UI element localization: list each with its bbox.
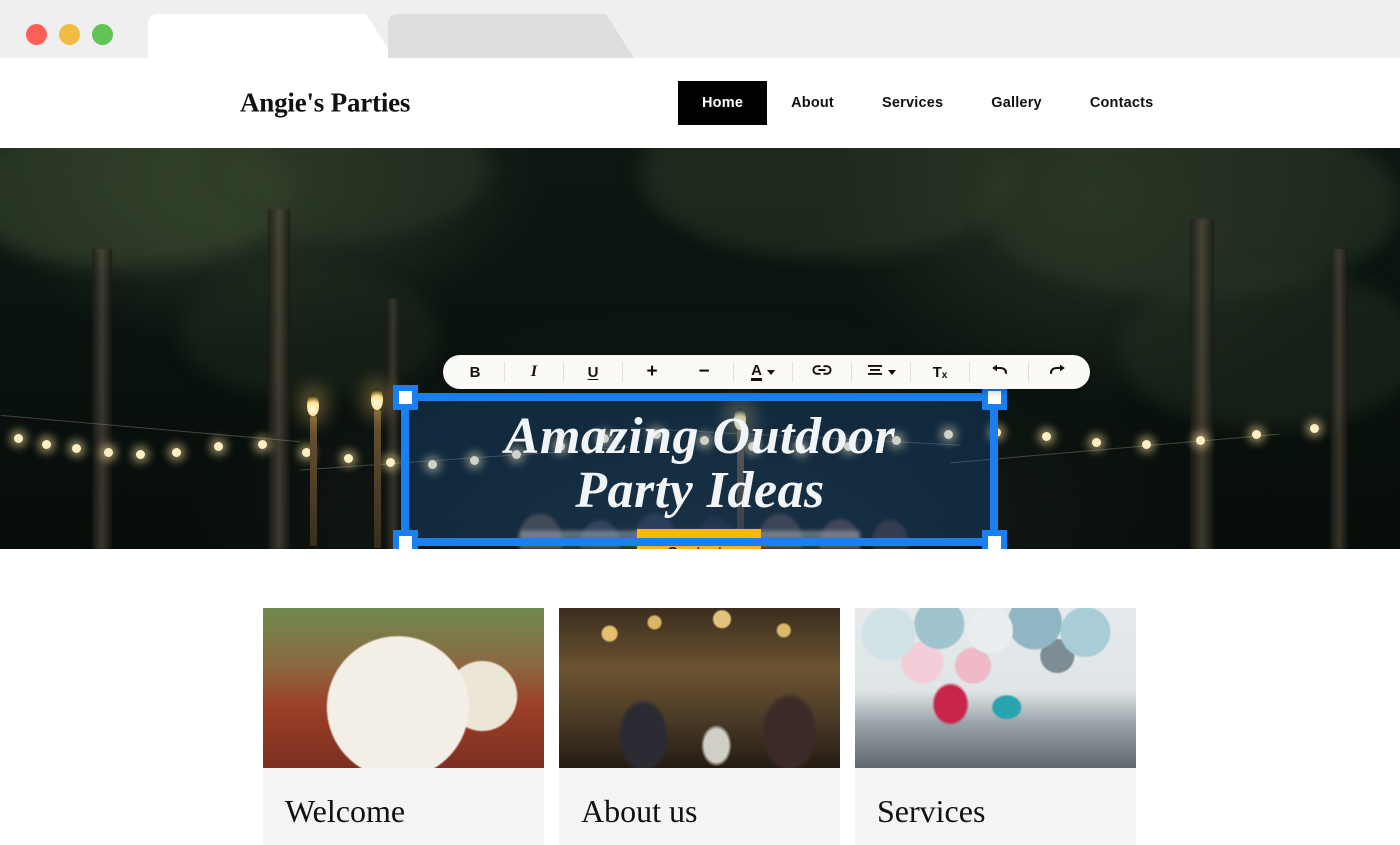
card-welcome[interactable]: Welcome: [263, 608, 544, 845]
site-logo[interactable]: Angie's Parties: [240, 88, 410, 119]
card-about-us[interactable]: About us: [559, 608, 840, 845]
nav-item-home[interactable]: Home: [678, 81, 768, 125]
card-body: About us: [559, 768, 840, 845]
nav-item-gallery[interactable]: Gallery: [967, 81, 1066, 125]
undo-icon: [990, 363, 1008, 381]
toolbar-separator: [910, 362, 911, 382]
insert-link-button[interactable]: [796, 355, 848, 389]
resize-handle-bottom-right[interactable]: [982, 530, 1007, 549]
dessert-table-photo: [855, 608, 1136, 768]
resize-handle-bottom-left[interactable]: [393, 530, 418, 549]
decrease-font-size-button[interactable]: −: [678, 355, 730, 389]
nav-item-contacts[interactable]: Contacts: [1066, 81, 1178, 125]
card-title: Welcome: [285, 793, 406, 829]
browser-tab-inactive[interactable]: [388, 14, 634, 58]
food-plate-photo: [263, 608, 544, 768]
text-align-button[interactable]: [855, 355, 907, 389]
underline-icon: U: [587, 363, 599, 381]
main-navigation: Home About Services Gallery Contacts: [678, 81, 1177, 125]
browser-window: Angie's Parties Home About Services Gall…: [0, 0, 1400, 845]
card-services[interactable]: Services: [855, 608, 1136, 845]
card-body: Services: [855, 768, 1136, 845]
italic-button[interactable]: I: [508, 355, 560, 389]
resize-handle-top-left[interactable]: [393, 385, 418, 410]
align-icon: [867, 364, 883, 381]
text-color-button[interactable]: A: [737, 355, 789, 389]
toolbar-separator: [504, 362, 505, 382]
toolbar-separator: [969, 362, 970, 382]
browser-tab-active[interactable]: [148, 14, 394, 58]
minimize-window-button[interactable]: [59, 24, 80, 45]
bold-button[interactable]: B: [449, 355, 501, 389]
hero-section[interactable]: Amazing Outdoor Party Ideas Contacts B I…: [0, 148, 1400, 549]
toolbar-separator: [733, 362, 734, 382]
close-window-button[interactable]: [26, 24, 47, 45]
increase-font-size-button[interactable]: +: [626, 355, 678, 389]
toolbar-separator: [851, 362, 852, 382]
window-controls: [26, 24, 113, 45]
card-title: Services: [877, 793, 986, 829]
nav-item-services[interactable]: Services: [858, 81, 967, 125]
cards-section: Welcome About us Services: [0, 549, 1400, 845]
text-editing-toolbar: B I U + − A Tx: [443, 355, 1090, 389]
toolbar-separator: [563, 362, 564, 382]
selection-border-left: [401, 397, 409, 542]
toolbar-separator: [622, 362, 623, 382]
people-toasting-photo: [559, 608, 840, 768]
link-icon: [812, 363, 832, 381]
nav-item-about[interactable]: About: [767, 81, 858, 125]
selection-border-right: [990, 397, 998, 542]
chevron-down-icon: [887, 369, 896, 375]
selection-border-top: [405, 393, 994, 401]
undo-button[interactable]: [973, 355, 1025, 389]
clear-formatting-button[interactable]: Tx: [914, 355, 966, 389]
card-title: About us: [581, 793, 698, 829]
toolbar-separator: [1028, 362, 1029, 382]
redo-icon: [1049, 363, 1067, 381]
plus-icon: +: [646, 361, 658, 382]
clear-formatting-icon: Tx: [932, 363, 948, 381]
maximize-window-button[interactable]: [92, 24, 113, 45]
selection-border-bottom: [405, 538, 994, 546]
text-color-icon: A: [751, 361, 762, 381]
toolbar-separator: [792, 362, 793, 382]
redo-button[interactable]: [1032, 355, 1084, 389]
site-header: Angie's Parties Home About Services Gall…: [0, 58, 1400, 148]
underline-button[interactable]: U: [567, 355, 619, 389]
italic-icon: I: [530, 363, 538, 380]
chevron-down-icon: [766, 369, 775, 375]
bold-icon: B: [469, 363, 481, 381]
browser-chrome: [0, 0, 1400, 58]
minus-icon: −: [698, 361, 710, 382]
card-body: Welcome: [263, 768, 544, 845]
selection-overlay-fill: [405, 397, 994, 542]
